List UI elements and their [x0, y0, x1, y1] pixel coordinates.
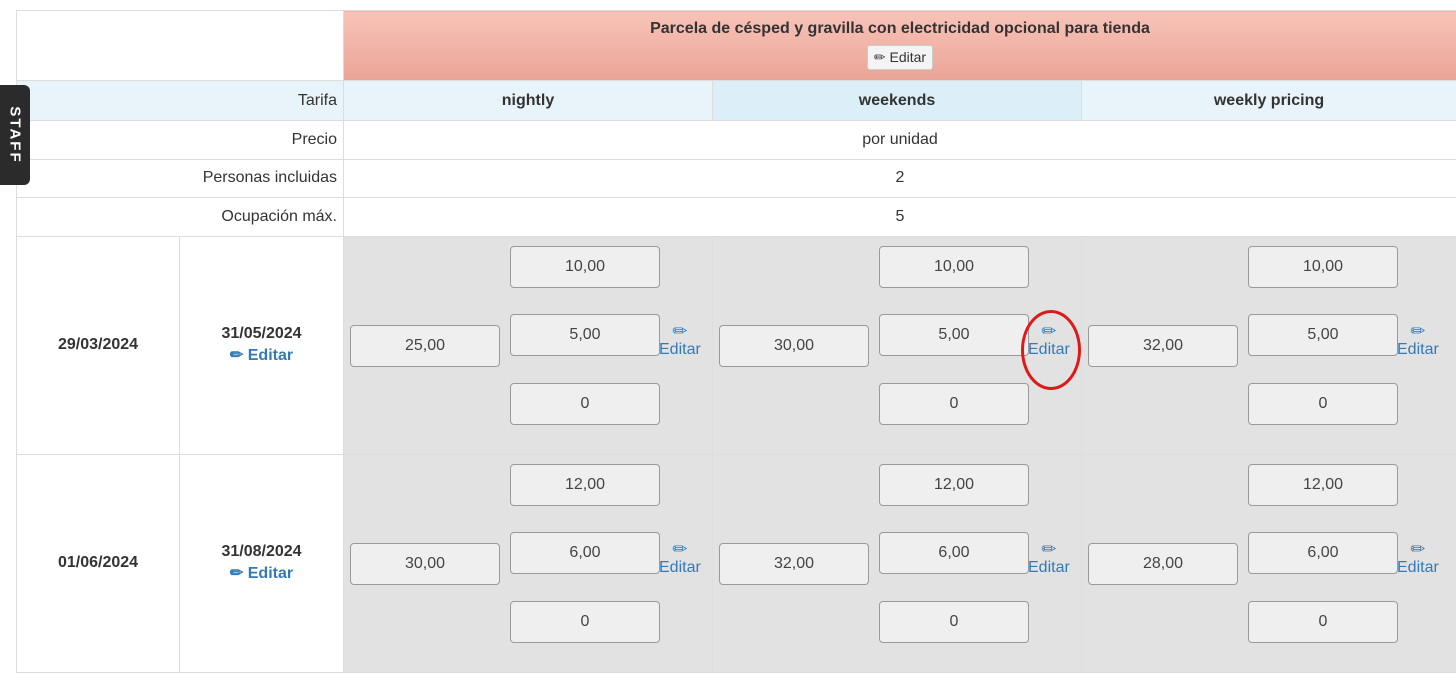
period-start-date: 01/06/2024: [16, 453, 180, 673]
price-edit-link[interactable]: ✏ Editar: [1397, 539, 1439, 577]
period-end-cell: 31/08/2024 ✏ Editar: [179, 453, 344, 673]
persons-value: 2: [343, 158, 1456, 198]
extra-other-input[interactable]: [510, 600, 660, 643]
pencil-icon: ✏: [1410, 320, 1426, 341]
period-row: 01/06/2024 31/08/2024 ✏ Editar ✏Editar ✏…: [16, 453, 1456, 673]
base-price-input[interactable]: [719, 542, 869, 585]
base-price-input[interactable]: [1088, 542, 1238, 585]
pencil-icon: ✏: [229, 565, 244, 582]
pencil-icon: ✏: [1410, 538, 1426, 559]
period-edit-link[interactable]: ✏ Editar: [230, 345, 293, 365]
max-occupancy-label: Ocupación máx.: [16, 197, 344, 237]
rate-header-weekends: weekends: [712, 80, 1082, 121]
price-edit-link[interactable]: ✏ Editar: [659, 321, 701, 359]
persons-label: Personas incluidas: [16, 158, 344, 198]
header-empty-cell: [16, 10, 344, 81]
extra-child-input[interactable]: [1248, 313, 1398, 356]
extra-other-input[interactable]: [1248, 382, 1398, 425]
extra-other-input[interactable]: [510, 382, 660, 425]
period-start-date: 29/03/2024: [16, 235, 180, 455]
pencil-icon: ✏: [873, 49, 886, 65]
lot-edit-label: Editar: [889, 49, 927, 65]
extra-adult-input[interactable]: [510, 245, 660, 288]
price-cell-nightly: ✏Editar: [343, 453, 713, 673]
price-cell-weekly: ✏Editar: [1081, 453, 1456, 673]
price-cell-weekly: ✏Editar: [1081, 235, 1456, 455]
rate-label: Tarifa: [16, 80, 344, 121]
period-row: 29/03/2024 31/05/2024 ✏ Editar ✏Editar ✏…: [16, 235, 1456, 455]
period-edit-label: Editar: [247, 347, 294, 364]
price-edit-label: Editar: [1028, 558, 1070, 576]
extra-adult-input[interactable]: [1248, 463, 1398, 506]
extra-child-input[interactable]: [879, 531, 1029, 574]
extra-child-input[interactable]: [510, 313, 660, 356]
extra-child-input[interactable]: [879, 313, 1029, 356]
extra-child-input[interactable]: [1248, 531, 1398, 574]
lot-title: Parcela de césped y gravilla con electri…: [650, 20, 1150, 37]
extra-adult-input[interactable]: [510, 463, 660, 506]
period-edit-link[interactable]: ✏ Editar: [230, 563, 293, 583]
price-edit-label: Editar: [1397, 558, 1439, 576]
pencil-icon: ✏: [1041, 538, 1057, 559]
lot-header: Parcela de césped y gravilla con electri…: [343, 10, 1456, 81]
extra-other-input[interactable]: [879, 382, 1029, 425]
period-end-date: 31/08/2024: [221, 543, 302, 560]
base-price-input[interactable]: [719, 324, 869, 367]
pricing-table: Parcela de césped y gravilla con electri…: [16, 10, 1456, 673]
price-edit-link[interactable]: ✏ Editar: [1397, 321, 1439, 359]
price-edit-link[interactable]: ✏ Editar: [1028, 321, 1070, 359]
staff-tab-label: STAFF: [6, 106, 24, 164]
period-end-cell: 31/05/2024 ✏ Editar: [179, 235, 344, 455]
price-cell-weekends: ✏Editar: [712, 235, 1082, 455]
extra-adult-input[interactable]: [1248, 245, 1398, 288]
pencil-icon: ✏: [229, 347, 244, 364]
rate-header-weekly: weekly pricing: [1081, 80, 1456, 121]
extra-adult-input[interactable]: [879, 463, 1029, 506]
extra-child-input[interactable]: [510, 531, 660, 574]
price-cell-weekends: ✏Editar: [712, 453, 1082, 673]
lot-edit-button[interactable]: ✏ Editar: [866, 45, 934, 70]
base-price-input[interactable]: [350, 542, 500, 585]
rate-header-nightly: nightly: [343, 80, 713, 121]
max-occupancy-value: 5: [343, 197, 1456, 237]
price-unit-value: por unidad: [343, 120, 1456, 160]
price-label: Precio: [16, 120, 344, 160]
price-edit-label: Editar: [1028, 340, 1070, 358]
base-price-input[interactable]: [350, 324, 500, 367]
extra-other-input[interactable]: [879, 600, 1029, 643]
pencil-icon: ✏: [1041, 320, 1057, 341]
period-edit-label: Editar: [247, 565, 294, 582]
extra-other-input[interactable]: [1248, 600, 1398, 643]
price-edit-label: Editar: [659, 340, 701, 358]
period-end-date: 31/05/2024: [221, 325, 302, 342]
pencil-icon: ✏: [672, 320, 688, 341]
pencil-icon: ✏: [672, 538, 688, 559]
price-edit-link[interactable]: ✏ Editar: [1028, 539, 1070, 577]
price-edit-label: Editar: [1397, 340, 1439, 358]
price-edit-label: Editar: [659, 558, 701, 576]
extra-adult-input[interactable]: [879, 245, 1029, 288]
price-cell-nightly: ✏Editar: [343, 235, 713, 455]
base-price-input[interactable]: [1088, 324, 1238, 367]
price-edit-link[interactable]: ✏ Editar: [659, 539, 701, 577]
staff-tab[interactable]: STAFF: [0, 85, 30, 185]
